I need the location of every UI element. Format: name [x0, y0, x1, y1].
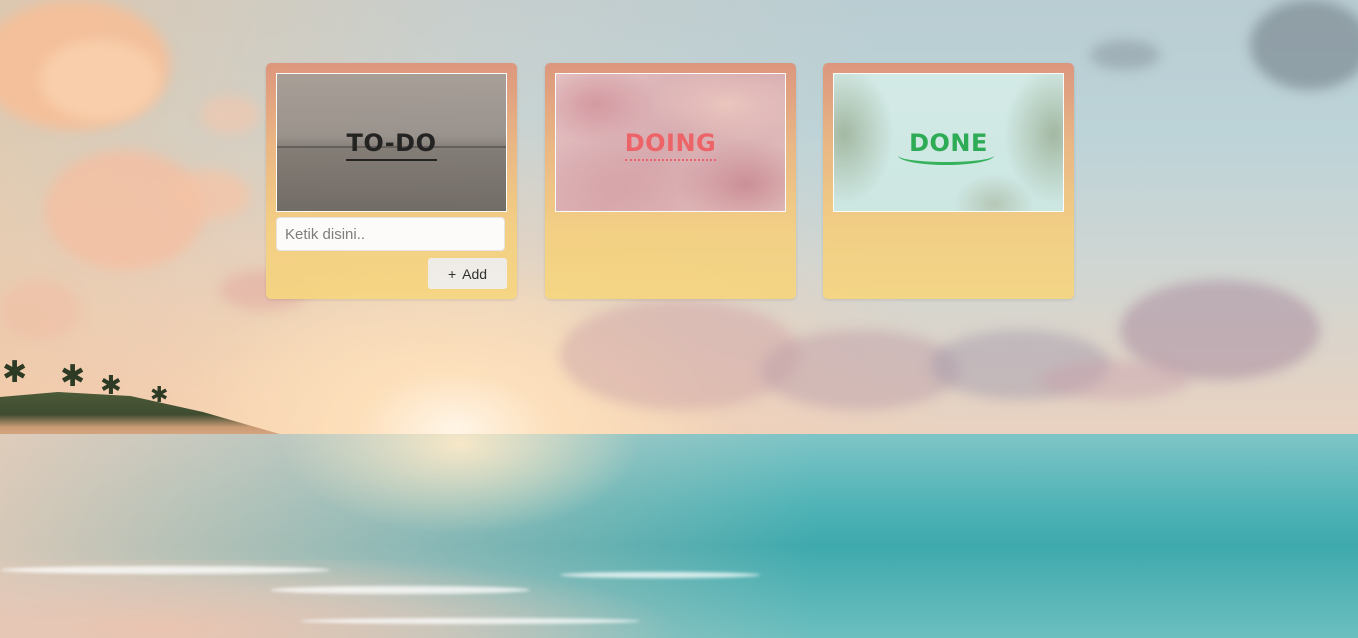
- swoosh-underline: [898, 146, 994, 165]
- done-banner-image: DONE: [833, 73, 1064, 212]
- done-column: DONE: [823, 63, 1074, 299]
- kanban-board: TO-DO + Add DOING DONE: [0, 0, 1358, 638]
- todo-banner-title: TO-DO: [346, 128, 437, 161]
- todo-banner-image: TO-DO: [276, 73, 507, 212]
- task-input[interactable]: [276, 217, 505, 251]
- doing-banner-title: DOING: [624, 128, 717, 161]
- doing-banner-image: DOING: [555, 73, 786, 212]
- todo-column: TO-DO + Add: [266, 63, 517, 299]
- plus-icon: +: [447, 265, 457, 282]
- doing-column: DOING: [545, 63, 796, 299]
- add-button[interactable]: + Add: [428, 258, 507, 289]
- add-button-label: Add: [462, 265, 488, 282]
